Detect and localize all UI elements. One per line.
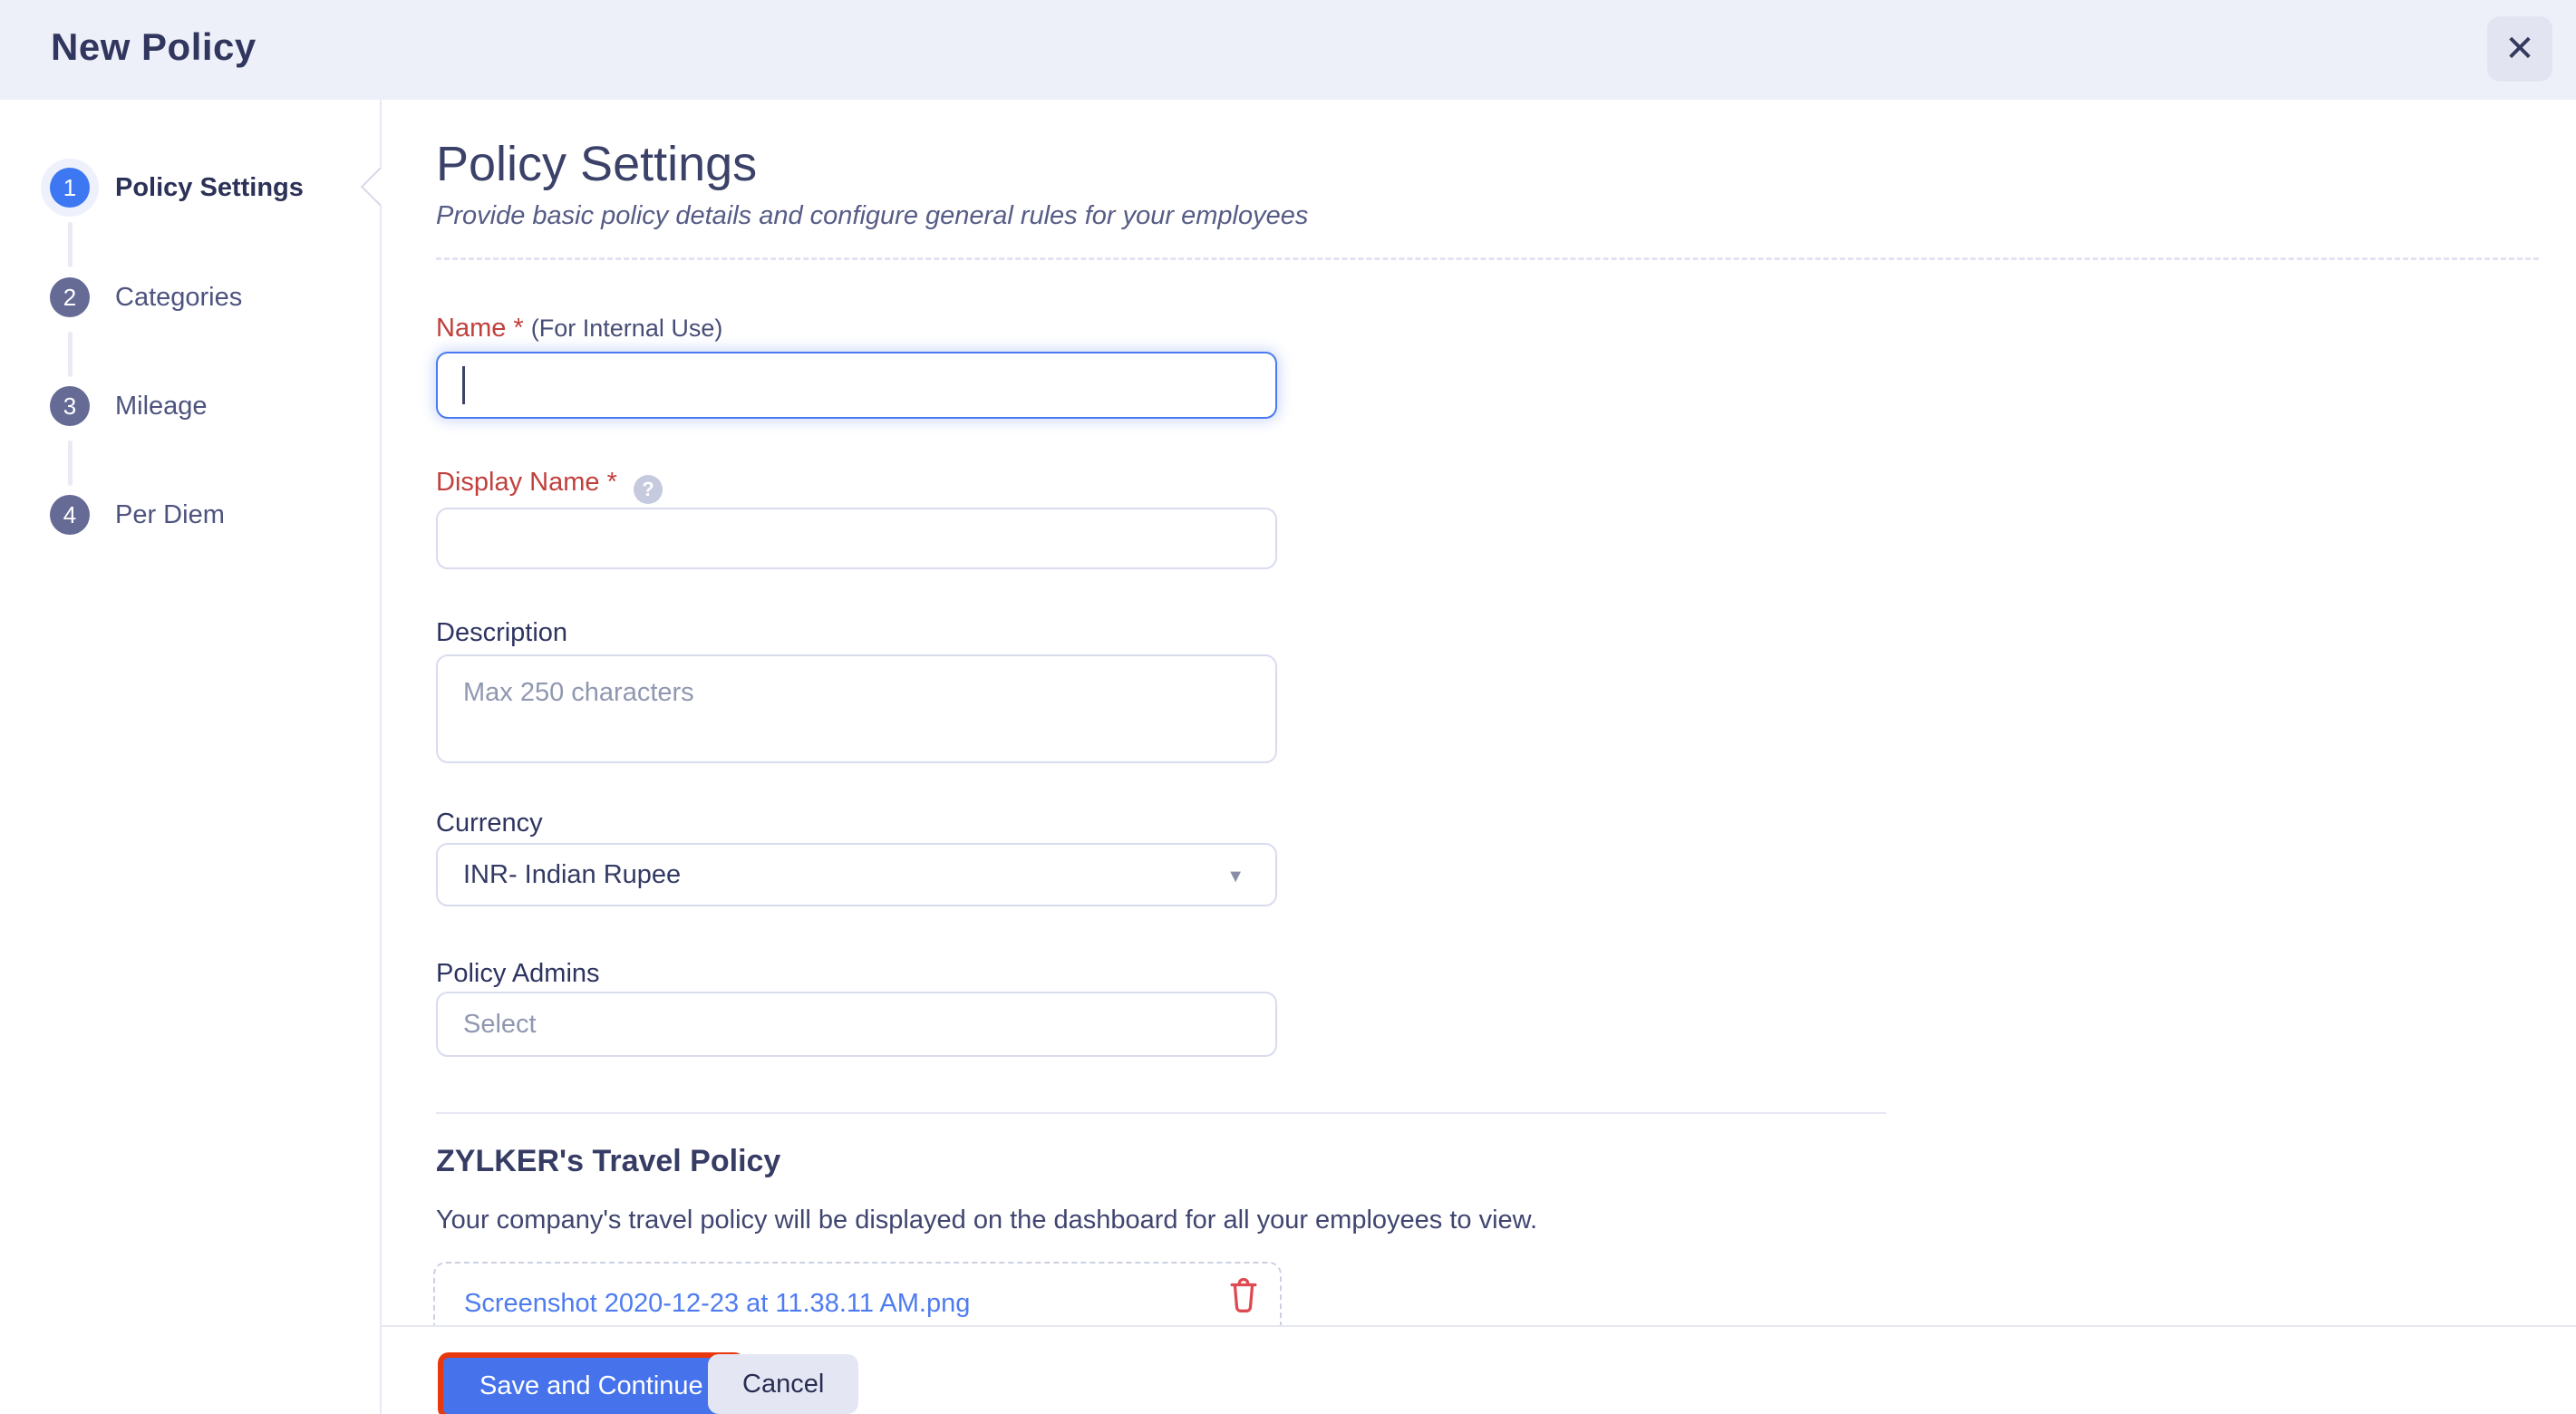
step-per-diem[interactable]: 4 Per Diem [50,495,225,535]
policy-admins-select-input[interactable] [436,992,1277,1057]
active-step-caret-icon [360,167,400,207]
description-textarea[interactable] [436,654,1277,763]
display-name-field-label: Display Name * ? [436,468,663,504]
required-asterisk: * [513,314,524,343]
step-mileage[interactable]: 3 Mileage [50,386,208,426]
step-number-badge: 3 [50,386,90,426]
required-asterisk: * [606,468,617,497]
step-label: Categories [115,282,243,312]
cancel-button[interactable]: Cancel [708,1354,859,1414]
currency-field-label: Currency [436,809,543,838]
travel-policy-description: Your company's travel policy will be dis… [436,1206,1538,1235]
page-subtitle: Provide basic policy details and configu… [436,201,1309,230]
step-label: Per Diem [115,499,225,529]
step-connector [68,222,73,267]
modal-title: New Policy [51,25,257,68]
step-connector [68,332,73,377]
name-label-text: Name [436,314,507,343]
close-icon: ✕ [2504,29,2535,69]
delete-attachment-button[interactable] [1224,1274,1264,1318]
step-number-badge: 2 [50,277,90,317]
policy-admins-field-label: Policy Admins [436,959,600,988]
section-dashed-divider [436,257,2539,260]
step-policy-settings[interactable]: 1 Policy Settings [50,168,304,208]
name-field-label: Name * (For Internal Use) [436,314,722,344]
step-categories[interactable]: 2 Categories [50,277,242,317]
page-title: Policy Settings [436,137,758,191]
close-button[interactable]: ✕ [2487,16,2552,82]
step-label: Policy Settings [115,172,304,202]
currency-selected-value: INR- Indian Rupee [463,859,682,889]
travel-policy-heading: ZYLKER's Travel Policy [436,1144,781,1178]
description-field-label: Description [436,618,568,647]
name-input[interactable] [436,352,1277,419]
text-cursor [462,366,465,404]
section-divider [436,1112,1886,1114]
step-number-badge: 4 [50,495,90,535]
step-label: Mileage [115,391,208,421]
display-name-label-text: Display Name [436,468,600,497]
step-connector [68,441,73,486]
attachment-filename-link[interactable]: Screenshot 2020-12-23 at 11.38.11 AM.png [464,1289,970,1319]
trash-icon [1230,1277,1257,1312]
help-icon[interactable]: ? [633,475,663,504]
name-label-hint: (For Internal Use) [530,315,723,342]
chevron-down-icon: ▼ [1226,867,1244,886]
sidebar-divider [380,100,382,1414]
currency-select[interactable]: INR- Indian Rupee ▼ [436,843,1277,906]
display-name-input[interactable] [436,508,1277,569]
step-number-badge: 1 [50,168,90,208]
modal-header: New Policy ✕ [0,0,2576,100]
modal-footer: Save and Continue Cancel [382,1325,2576,1414]
save-and-continue-button[interactable]: Save and Continue [443,1358,740,1414]
new-policy-modal: New Policy ✕ 1 Policy Settings 2 Categor… [0,0,2576,1414]
